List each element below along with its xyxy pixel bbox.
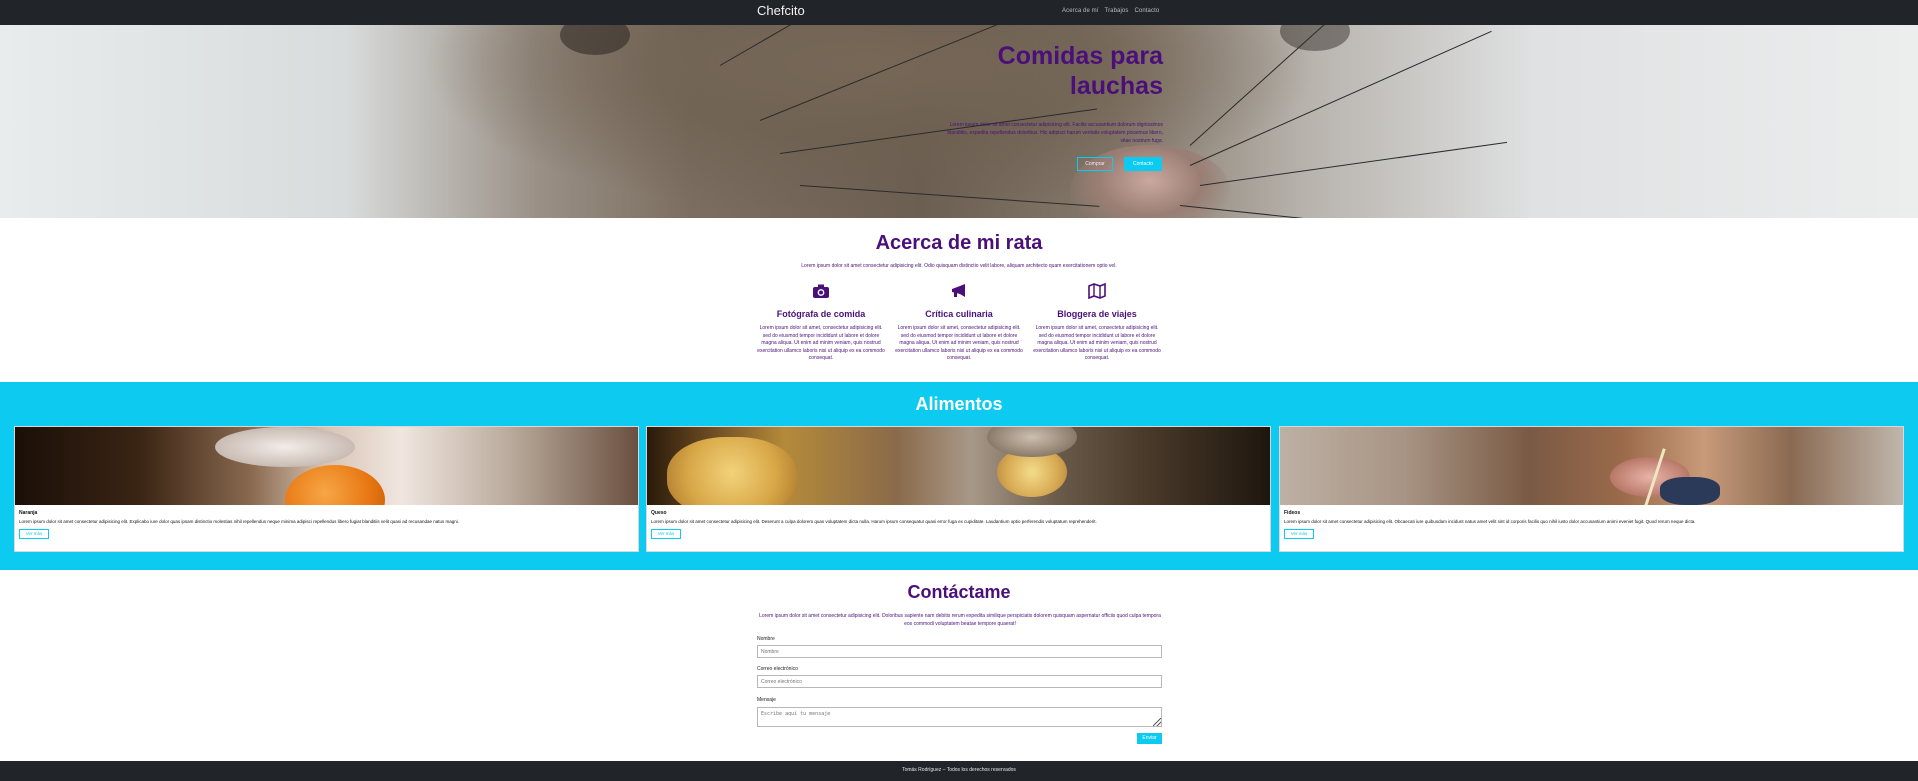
feature-title: Crítica culinaria [925,309,993,319]
card-text: Lorem ipsum dolor sit amet consectetur a… [651,519,1097,524]
feature-text: Lorem ipsum dolor sit amet, consectetur … [895,325,1023,361]
nav-link-works[interactable]: Trabajos [1105,8,1129,14]
resize-handle-icon[interactable] [1153,718,1161,726]
feature-travel: Bloggera de viajes Lorem ipsum dolor sit… [1033,283,1161,363]
footer-text: Tomás Rodríguez – Todos los derechos res… [902,767,1016,773]
feature-title: Bloggera de viajes [1057,309,1137,319]
feature-text: Lorem ipsum dolor sit amet, consectetur … [1033,325,1161,361]
foods-section: Alimentos Naranja Lorem ipsum dolor sit … [0,382,1918,570]
card-text: Lorem ipsum dolor sit amet consectetur a… [1284,519,1696,524]
see-more-button[interactable]: Ver más [651,529,681,539]
hero-banner: Comidas para lauchas Lorem ipsum dolor s… [0,25,1918,218]
hero-text: Lorem ipsum dolor sit amet consectetur a… [947,122,1163,144]
card-image [1280,427,1903,505]
message-textarea[interactable] [757,707,1162,727]
buy-button[interactable]: Comprar [1077,157,1113,171]
about-subtitle: Lorem ipsum dolor sit amet consectetur a… [801,263,1117,269]
feature-title: Fotógrafa de comida [776,309,866,319]
navbar: Chefcito Acerca de mí Trabajos Contacto [0,0,1918,25]
food-card: Fideos Lorem ipsum dolor sit amet consec… [1279,426,1904,552]
hero-title: Comidas para lauchas [997,42,1163,100]
card-title: Naranja [19,510,38,516]
food-card: Naranja Lorem ipsum dolor sit amet conse… [14,426,639,552]
see-more-button[interactable]: Ver más [1284,529,1314,539]
card-text: Lorem ipsum dolor sit amet consectetur a… [19,519,459,524]
map-icon [1088,283,1106,299]
contact-title: Contáctame [907,582,1011,602]
name-input[interactable] [757,645,1162,658]
contact-subtitle: Lorem ipsum dolor sit amet consectetur a… [759,613,1161,627]
email-label: Correo electrónico [757,666,798,672]
message-label: Mensaje [757,697,776,703]
contact-button[interactable]: Contacto [1124,157,1162,171]
nav-links: Acerca de mí Trabajos Contacto [1062,8,1159,14]
feature-photographer: Fotógrafa de comida Lorem ipsum dolor si… [757,283,885,363]
card-title: Queso [651,510,667,516]
card-image [15,427,638,505]
email-input[interactable] [757,675,1162,688]
feature-text: Lorem ipsum dolor sit amet, consectetur … [757,325,885,361]
nav-link-about[interactable]: Acerca de mí [1062,8,1099,14]
send-button[interactable]: Enviar [1137,733,1162,744]
footer: Tomás Rodríguez – Todos los derechos res… [0,761,1918,781]
name-label: Nombre [757,636,775,642]
card-image [647,427,1270,505]
feature-critic: Crítica culinaria Lorem ipsum dolor sit … [895,283,1023,363]
camera-icon [813,284,829,298]
brand-logo[interactable]: Chefcito [757,3,805,18]
see-more-button[interactable]: Ver más [19,529,49,539]
about-title: Acerca de mi rata [875,232,1043,254]
nav-link-contact[interactable]: Contacto [1134,8,1159,14]
megaphone-icon [952,284,965,297]
card-title: Fideos [1284,510,1301,516]
foods-title: Alimentos [915,394,1003,414]
food-card: Queso Lorem ipsum dolor sit amet consect… [646,426,1271,552]
